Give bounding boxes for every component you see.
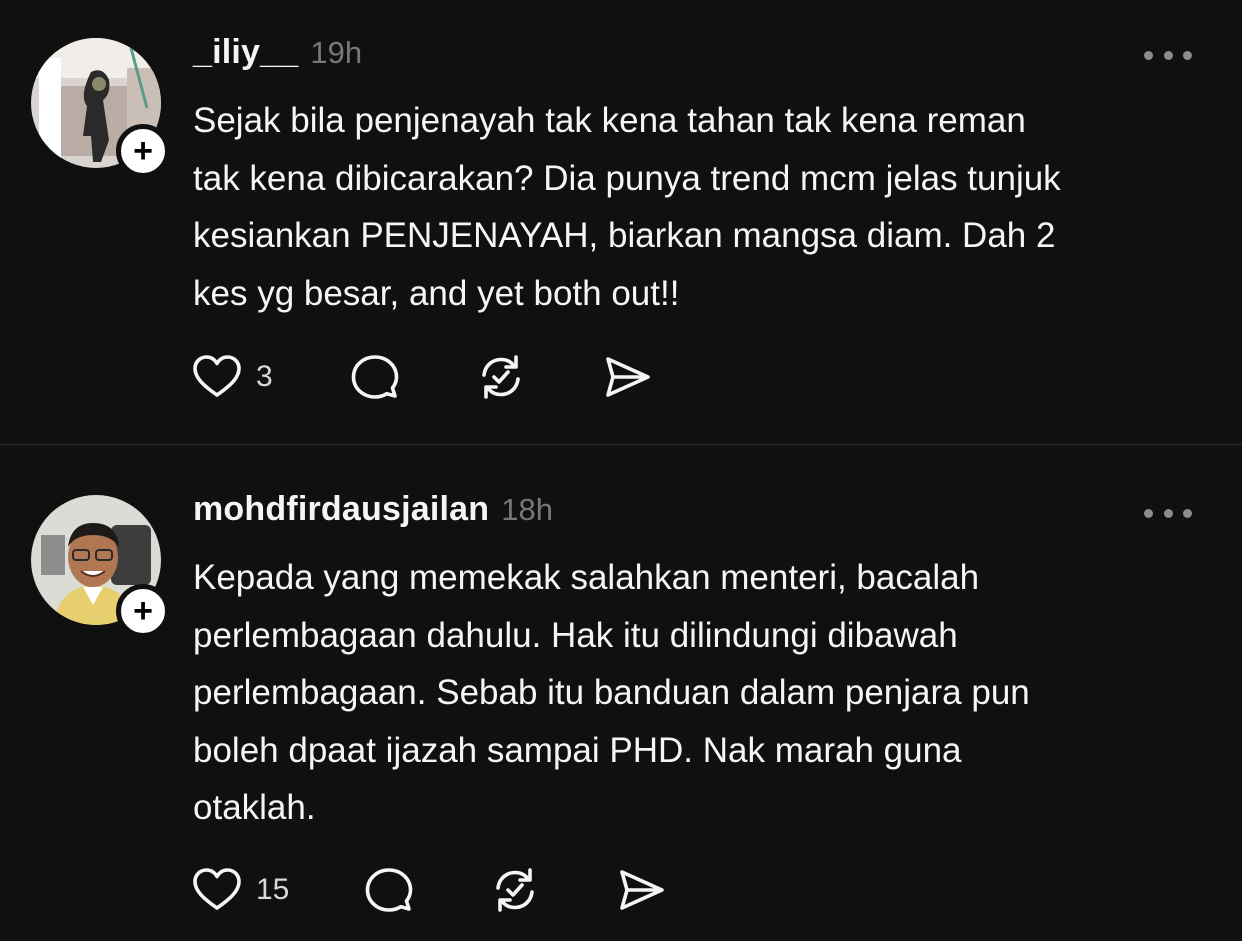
reply-button[interactable]	[348, 350, 474, 404]
repost-button[interactable]	[474, 350, 600, 404]
comment-bubble-icon	[351, 355, 399, 399]
post-header: _iliy__ 19h	[193, 33, 362, 77]
share-button[interactable]	[600, 350, 654, 404]
like-button[interactable]: 15	[190, 863, 362, 917]
follow-button[interactable]: +	[116, 584, 170, 638]
more-options-icon[interactable]	[1144, 45, 1192, 65]
username[interactable]: _iliy__	[193, 33, 298, 72]
more-options-icon[interactable]	[1144, 503, 1192, 523]
heart-icon	[193, 868, 241, 910]
post-actions: 15	[190, 863, 668, 917]
repost-button[interactable]	[488, 863, 614, 917]
thread-post: + mohdfirdausjailan 18h Kepada yang meme…	[0, 445, 1242, 941]
post-text: Sejak bila penjenayah tak kena tahan tak…	[193, 101, 1061, 313]
share-button[interactable]	[614, 863, 668, 917]
send-icon	[606, 357, 650, 397]
post-text: Kepada yang memekak salahkan menteri, ba…	[193, 558, 1030, 827]
heart-icon	[193, 355, 241, 397]
repost-icon	[496, 868, 534, 912]
post-actions: 3	[190, 350, 654, 404]
timestamp: 18h	[501, 492, 553, 527]
thread-post: + _iliy__ 19h Sejak bila penjenayah tak …	[0, 0, 1242, 444]
like-button[interactable]: 3	[190, 350, 348, 404]
follow-button[interactable]: +	[116, 124, 170, 178]
repost-icon	[482, 355, 520, 399]
username[interactable]: mohdfirdausjailan	[193, 490, 489, 529]
send-icon	[620, 870, 664, 910]
like-count: 3	[256, 360, 273, 393]
timestamp: 19h	[310, 35, 363, 70]
comment-bubble-icon	[365, 868, 413, 912]
like-count: 15	[256, 873, 290, 906]
reply-button[interactable]	[362, 863, 488, 917]
post-header: mohdfirdausjailan 18h	[193, 490, 553, 534]
